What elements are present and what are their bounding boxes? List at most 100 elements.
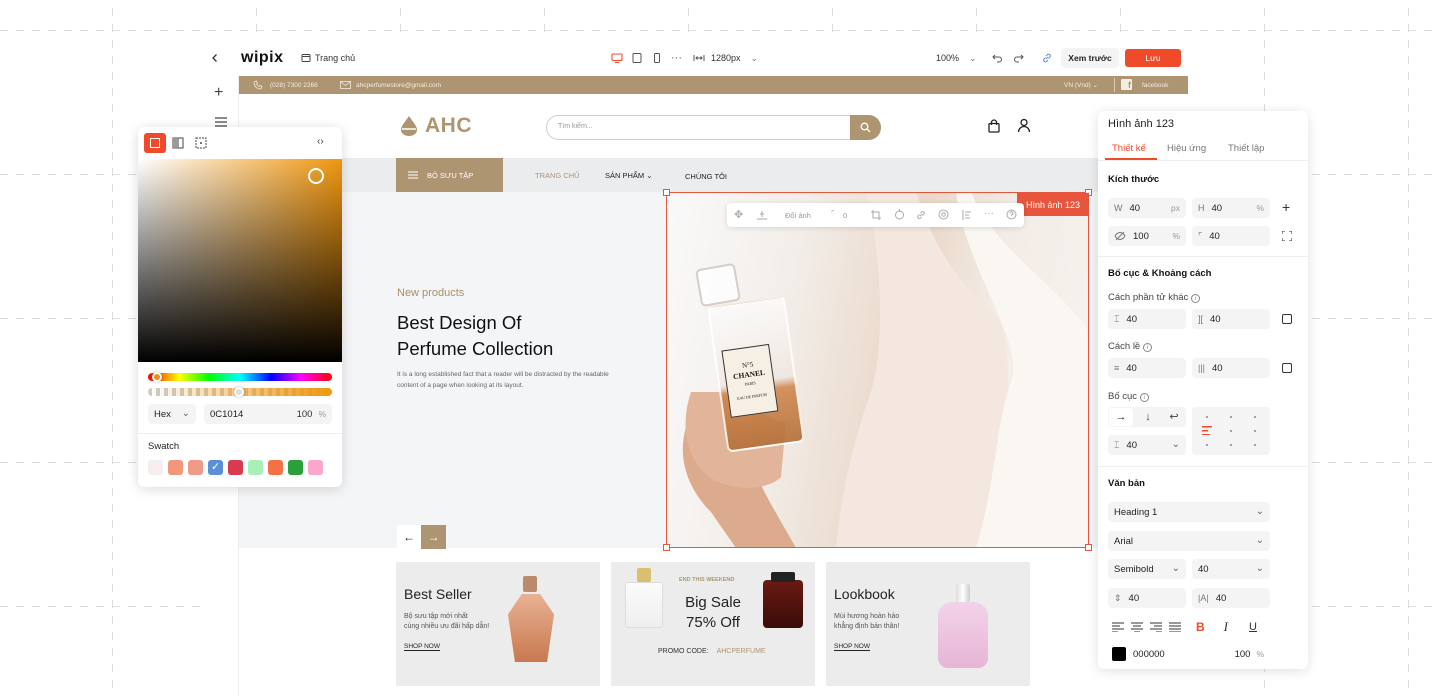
- color-format-select[interactable]: Hex: [148, 404, 196, 424]
- crop-icon[interactable]: [871, 210, 881, 220]
- resize-handle[interactable]: [663, 189, 670, 196]
- selection-label[interactable]: Hình ảnh 123: [1017, 193, 1089, 216]
- height-input[interactable]: H 40%: [1192, 198, 1270, 218]
- zoom-selector[interactable]: 100% ⌄: [936, 48, 977, 68]
- padding-horizontal-input[interactable]: ||| 40: [1192, 358, 1270, 378]
- link-icon[interactable]: [1041, 52, 1053, 64]
- alignment-dot[interactable]: [1202, 426, 1212, 435]
- more-options-icon[interactable]: ···: [984, 208, 994, 219]
- collection-menu[interactable]: BỘ SƯU TẬP: [396, 158, 503, 192]
- color-swatch[interactable]: [148, 460, 163, 475]
- gap-horizontal-input[interactable]: ][40: [1192, 309, 1270, 329]
- alignment-dot[interactable]: [1230, 416, 1232, 418]
- more-icon[interactable]: ···: [671, 52, 682, 64]
- undo-icon[interactable]: [991, 52, 1003, 64]
- save-button[interactable]: Lưu: [1125, 49, 1181, 67]
- color-swatch[interactable]: ✓: [208, 460, 223, 475]
- solid-fill-tab[interactable]: [144, 133, 166, 153]
- link-icon[interactable]: [916, 210, 926, 220]
- alignment-dot[interactable]: [1254, 430, 1256, 432]
- color-swatch[interactable]: [168, 460, 183, 475]
- user-icon[interactable]: [1017, 118, 1031, 133]
- promo-card-big-sale[interactable]: END THIS WEEKEND Big Sale 75% Off PROMO …: [611, 562, 815, 686]
- alignment-dot[interactable]: [1206, 444, 1208, 446]
- back-icon[interactable]: [209, 48, 221, 68]
- color-swatch[interactable]: [228, 460, 243, 475]
- next-slide-button[interactable]: →: [421, 525, 446, 549]
- hue-slider[interactable]: [148, 372, 332, 382]
- text-style-select[interactable]: Heading 1: [1108, 502, 1270, 522]
- alignment-dot[interactable]: [1230, 430, 1232, 432]
- nav-home[interactable]: TRANG CHỦ: [535, 171, 580, 180]
- color-swatch[interactable]: [268, 460, 283, 475]
- color-swatch[interactable]: [188, 460, 203, 475]
- alignment-dot[interactable]: [1206, 416, 1208, 418]
- saturation-area[interactable]: [138, 159, 342, 362]
- text-opacity-value[interactable]: 100: [1235, 649, 1251, 660]
- color-swatch[interactable]: [248, 460, 263, 475]
- font-family-select[interactable]: Arial: [1108, 531, 1270, 551]
- info-icon[interactable]: i: [1142, 343, 1152, 352]
- info-icon[interactable]: i: [1139, 393, 1149, 402]
- tab-design[interactable]: Thiết kế: [1112, 143, 1146, 154]
- height-unit[interactable]: %: [1256, 203, 1264, 213]
- promo-code-value[interactable]: AHCPERFUME: [717, 648, 766, 655]
- align-bottom-icon[interactable]: [757, 210, 767, 220]
- link-padding-icon[interactable]: [1282, 363, 1292, 373]
- width-input[interactable]: W 40 px: [1108, 198, 1186, 218]
- page-selector[interactable]: Trang chủ: [301, 48, 355, 68]
- promo-card-best-seller[interactable]: Best Seller Bộ sưu tập mới nhất cùng nhi…: [396, 562, 600, 686]
- search-input[interactable]: Tìm kiếm...: [558, 123, 593, 130]
- resize-handle[interactable]: [663, 544, 670, 551]
- facebook-icon[interactable]: f: [1121, 79, 1132, 90]
- tablet-icon[interactable]: [631, 52, 643, 64]
- bold-icon[interactable]: B: [1196, 620, 1205, 634]
- link-gap-icon[interactable]: [1282, 314, 1292, 324]
- color-swatch[interactable]: [308, 460, 323, 475]
- opacity-handle[interactable]: [234, 387, 244, 397]
- opacity-input[interactable]: 100%: [1108, 226, 1186, 246]
- add-icon[interactable]: +: [1282, 199, 1290, 215]
- hex-input[interactable]: 0C1014 100 %: [204, 404, 332, 424]
- align-center-icon[interactable]: [1131, 622, 1143, 632]
- tab-effects[interactable]: Hiệu ứng: [1167, 143, 1206, 154]
- shop-now-link[interactable]: SHOP NOW: [404, 643, 440, 651]
- flow-gap-input[interactable]: ⌶ 40: [1108, 435, 1186, 455]
- text-color-input[interactable]: 000000 100 %: [1108, 644, 1270, 664]
- color-swatch[interactable]: [1112, 647, 1126, 661]
- add-icon[interactable]: +: [214, 85, 223, 101]
- effects-icon[interactable]: [938, 209, 949, 220]
- width-unit[interactable]: px: [1171, 203, 1180, 213]
- tab-settings[interactable]: Thiết lập: [1228, 143, 1264, 154]
- alignment-dot[interactable]: [1230, 444, 1232, 446]
- email-address[interactable]: ahcperfumestore@gmail.com: [356, 82, 441, 89]
- letter-spacing-input[interactable]: |A| 40: [1192, 588, 1270, 608]
- arrow-down-icon[interactable]: ↓: [1136, 408, 1160, 426]
- width-selector[interactable]: 1280px ⌄: [693, 48, 758, 68]
- font-weight-select[interactable]: Semibold: [1108, 559, 1186, 579]
- underline-icon[interactable]: U: [1249, 621, 1257, 633]
- align-right-icon[interactable]: [1150, 622, 1162, 632]
- expand-corners-icon[interactable]: [1282, 231, 1292, 241]
- preview-button[interactable]: Xem trước: [1061, 48, 1119, 68]
- desktop-icon[interactable]: [611, 52, 623, 64]
- align-justify-icon[interactable]: [1169, 622, 1181, 632]
- bag-icon[interactable]: [987, 119, 1001, 133]
- alignment-dot[interactable]: [1254, 444, 1256, 446]
- change-image-button[interactable]: Đổi ảnh: [785, 211, 811, 220]
- alignment-grid[interactable]: [1192, 407, 1270, 455]
- gap-vertical-input[interactable]: ⌶ 40: [1108, 309, 1186, 329]
- nav-about[interactable]: CHÚNG TÔI: [685, 172, 727, 181]
- fill-icon[interactable]: [894, 209, 905, 220]
- prev-slide-button[interactable]: ←: [397, 525, 421, 549]
- help-icon[interactable]: [1006, 209, 1017, 220]
- phone-number[interactable]: (028) 7300 2268: [270, 82, 318, 89]
- opacity-slider[interactable]: [148, 387, 332, 397]
- nav-products[interactable]: SẢN PHẨM ⌄: [605, 171, 653, 180]
- align-left-icon[interactable]: [962, 210, 972, 220]
- alignment-dot[interactable]: [1254, 416, 1256, 418]
- radius-value[interactable]: 0: [843, 211, 847, 220]
- wrap-icon[interactable]: ↩: [1162, 408, 1186, 426]
- resize-handle[interactable]: [1085, 544, 1092, 551]
- font-size-select[interactable]: 40: [1192, 559, 1270, 579]
